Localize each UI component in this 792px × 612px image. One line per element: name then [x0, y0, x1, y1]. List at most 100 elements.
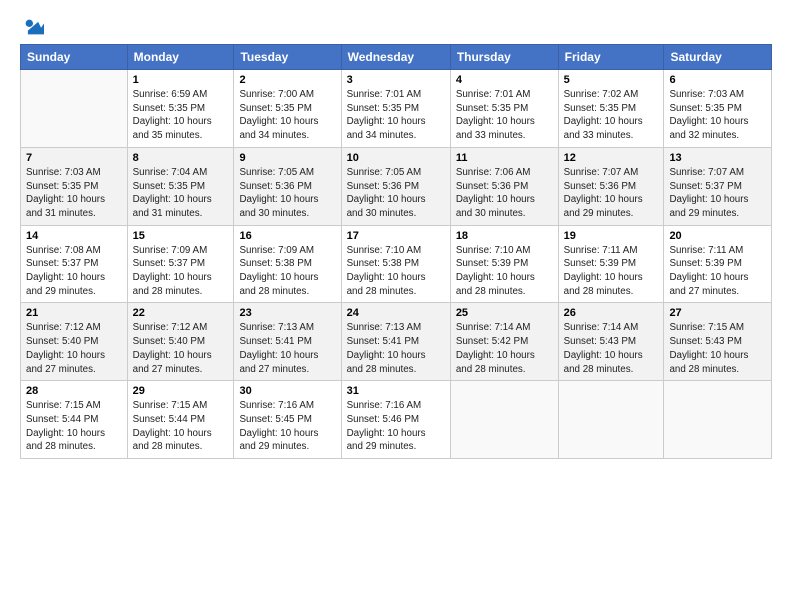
weekday-row: SundayMondayTuesdayWednesdayThursdayFrid…: [21, 45, 772, 70]
day-info: Sunrise: 7:16 AMSunset: 5:45 PMDaylight:…: [239, 399, 335, 454]
calendar-cell: 21 Sunrise: 7:12 AMSunset: 5:40 PMDayligh…: [21, 303, 128, 381]
calendar-cell: 25 Sunrise: 7:14 AMSunset: 5:42 PMDayligh…: [450, 303, 558, 381]
calendar-cell: 16Sunrise: 7:09 AMSunset: 5:38 PMDayligh…: [234, 225, 341, 303]
day-info: Sunrise: 7:12 AMSunset: 5:40 PMDaylight:…: [26, 321, 122, 376]
calendar-cell: 10 Sunrise: 7:05 AMSunset: 5:36 PMDayligh…: [341, 147, 450, 225]
calendar-cell: [664, 381, 772, 459]
day-info: Sunrise: 7:12 AMSunset: 5:40 PMDaylight:…: [133, 321, 229, 376]
day-info: Sunrise: 7:14 AMSunset: 5:42 PMDaylight:…: [456, 321, 553, 376]
calendar-cell: 18Sunrise: 7:10 AMSunset: 5:39 PMDayligh…: [450, 225, 558, 303]
calendar-cell: 19 Sunrise: 7:11 AMSunset: 5:39 PMDayligh…: [558, 225, 664, 303]
day-number: 6: [669, 74, 766, 86]
calendar-cell: 15Sunrise: 7:09 AMSunset: 5:37 PMDayligh…: [127, 225, 234, 303]
day-number: 9: [239, 152, 335, 164]
day-info: Sunrise: 7:14 AMSunset: 5:43 PMDaylight:…: [564, 321, 659, 376]
day-info: Sunrise: 7:01 AMSunset: 5:35 PMDaylight:…: [456, 88, 553, 143]
day-info: Sunrise: 7:13 AMSunset: 5:41 PMDaylight:…: [347, 321, 445, 376]
weekday-header-monday: Monday: [127, 45, 234, 70]
day-number: 31: [347, 385, 445, 397]
calendar-cell: 30 Sunrise: 7:16 AMSunset: 5:45 PMDayligh…: [234, 381, 341, 459]
day-info: Sunrise: 7:07 AMSunset: 5:37 PMDaylight:…: [669, 166, 766, 221]
week-row-0: 1 Sunrise: 6:59 AMSunset: 5:35 PMDaylight…: [21, 70, 772, 148]
day-number: 1: [133, 74, 229, 86]
day-number: 3: [347, 74, 445, 86]
weekday-header-tuesday: Tuesday: [234, 45, 341, 70]
day-info: Sunrise: 7:15 AMSunset: 5:44 PMDaylight:…: [26, 399, 122, 454]
calendar-cell: 11 Sunrise: 7:06 AMSunset: 5:36 PMDayligh…: [450, 147, 558, 225]
day-number: 20: [669, 230, 766, 242]
calendar-cell: 31Sunrise: 7:16 AMSunset: 5:46 PMDayligh…: [341, 381, 450, 459]
day-number: 21: [26, 307, 122, 319]
calendar-cell: 23 Sunrise: 7:13 AMSunset: 5:41 PMDayligh…: [234, 303, 341, 381]
calendar-cell: 22 Sunrise: 7:12 AMSunset: 5:40 PMDayligh…: [127, 303, 234, 381]
day-info: Sunrise: 7:10 AMSunset: 5:38 PMDaylight:…: [347, 244, 445, 299]
calendar-cell: 5 Sunrise: 7:02 AMSunset: 5:35 PMDaylight…: [558, 70, 664, 148]
day-number: 10: [347, 152, 445, 164]
calendar-cell: 14 Sunrise: 7:08 AMSunset: 5:37 PMDayligh…: [21, 225, 128, 303]
day-info: Sunrise: 7:04 AMSunset: 5:35 PMDaylight:…: [133, 166, 229, 221]
day-number: 4: [456, 74, 553, 86]
calendar-cell: 8Sunrise: 7:04 AMSunset: 5:35 PMDaylight…: [127, 147, 234, 225]
day-info: Sunrise: 7:09 AMSunset: 5:38 PMDaylight:…: [239, 244, 335, 299]
week-row-1: 7 Sunrise: 7:03 AMSunset: 5:35 PMDaylight…: [21, 147, 772, 225]
calendar-cell: 24 Sunrise: 7:13 AMSunset: 5:41 PMDayligh…: [341, 303, 450, 381]
day-number: 22: [133, 307, 229, 319]
calendar-cell: 2 Sunrise: 7:00 AMSunset: 5:35 PMDaylight…: [234, 70, 341, 148]
weekday-header-thursday: Thursday: [450, 45, 558, 70]
calendar-cell: 20Sunrise: 7:11 AMSunset: 5:39 PMDayligh…: [664, 225, 772, 303]
day-number: 26: [564, 307, 659, 319]
day-info: Sunrise: 7:13 AMSunset: 5:41 PMDaylight:…: [239, 321, 335, 376]
day-info: Sunrise: 6:59 AMSunset: 5:35 PMDaylight:…: [133, 88, 229, 143]
calendar-cell: [558, 381, 664, 459]
calendar-cell: 13 Sunrise: 7:07 AMSunset: 5:37 PMDayligh…: [664, 147, 772, 225]
day-number: 24: [347, 307, 445, 319]
week-row-4: 28 Sunrise: 7:15 AMSunset: 5:44 PMDayligh…: [21, 381, 772, 459]
week-row-3: 21 Sunrise: 7:12 AMSunset: 5:40 PMDayligh…: [21, 303, 772, 381]
day-info: Sunrise: 7:10 AMSunset: 5:39 PMDaylight:…: [456, 244, 553, 299]
calendar-cell: 29Sunrise: 7:15 AMSunset: 5:44 PMDayligh…: [127, 381, 234, 459]
day-number: 14: [26, 230, 122, 242]
logo-row: [20, 16, 44, 38]
calendar-body: 1 Sunrise: 6:59 AMSunset: 5:35 PMDaylight…: [21, 70, 772, 459]
day-info: Sunrise: 7:08 AMSunset: 5:37 PMDaylight:…: [26, 244, 122, 299]
logo-icon: [22, 16, 44, 38]
day-number: 28: [26, 385, 122, 397]
weekday-header-friday: Friday: [558, 45, 664, 70]
day-number: 15: [133, 230, 229, 242]
day-info: Sunrise: 7:06 AMSunset: 5:36 PMDaylight:…: [456, 166, 553, 221]
calendar-cell: 9 Sunrise: 7:05 AMSunset: 5:36 PMDaylight…: [234, 147, 341, 225]
calendar-cell: 12Sunrise: 7:07 AMSunset: 5:36 PMDayligh…: [558, 147, 664, 225]
logo: [20, 16, 44, 38]
day-info: Sunrise: 7:00 AMSunset: 5:35 PMDaylight:…: [239, 88, 335, 143]
day-info: Sunrise: 7:05 AMSunset: 5:36 PMDaylight:…: [239, 166, 335, 221]
calendar-cell: 28 Sunrise: 7:15 AMSunset: 5:44 PMDayligh…: [21, 381, 128, 459]
header: [20, 16, 772, 38]
day-info: Sunrise: 7:05 AMSunset: 5:36 PMDaylight:…: [347, 166, 445, 221]
weekday-header-sunday: Sunday: [21, 45, 128, 70]
day-info: Sunrise: 7:03 AMSunset: 5:35 PMDaylight:…: [669, 88, 766, 143]
calendar-cell: 1 Sunrise: 6:59 AMSunset: 5:35 PMDaylight…: [127, 70, 234, 148]
calendar-cell: 17Sunrise: 7:10 AMSunset: 5:38 PMDayligh…: [341, 225, 450, 303]
calendar-cell: 4 Sunrise: 7:01 AMSunset: 5:35 PMDaylight…: [450, 70, 558, 148]
day-number: 25: [456, 307, 553, 319]
calendar-table: SundayMondayTuesdayWednesdayThursdayFrid…: [20, 44, 772, 459]
day-info: Sunrise: 7:11 AMSunset: 5:39 PMDaylight:…: [564, 244, 659, 299]
day-info: Sunrise: 7:07 AMSunset: 5:36 PMDaylight:…: [564, 166, 659, 221]
calendar-cell: 26 Sunrise: 7:14 AMSunset: 5:43 PMDayligh…: [558, 303, 664, 381]
calendar-cell: 7 Sunrise: 7:03 AMSunset: 5:35 PMDaylight…: [21, 147, 128, 225]
day-number: 13: [669, 152, 766, 164]
day-info: Sunrise: 7:02 AMSunset: 5:35 PMDaylight:…: [564, 88, 659, 143]
calendar-cell: [450, 381, 558, 459]
day-number: 11: [456, 152, 553, 164]
week-row-2: 14 Sunrise: 7:08 AMSunset: 5:37 PMDayligh…: [21, 225, 772, 303]
day-number: 19: [564, 230, 659, 242]
day-number: 29: [133, 385, 229, 397]
day-number: 7: [26, 152, 122, 164]
day-number: 5: [564, 74, 659, 86]
day-number: 30: [239, 385, 335, 397]
day-info: Sunrise: 7:03 AMSunset: 5:35 PMDaylight:…: [26, 166, 122, 221]
day-number: 23: [239, 307, 335, 319]
day-number: 2: [239, 74, 335, 86]
calendar-cell: 3Sunrise: 7:01 AMSunset: 5:35 PMDaylight…: [341, 70, 450, 148]
calendar-cell: [21, 70, 128, 148]
